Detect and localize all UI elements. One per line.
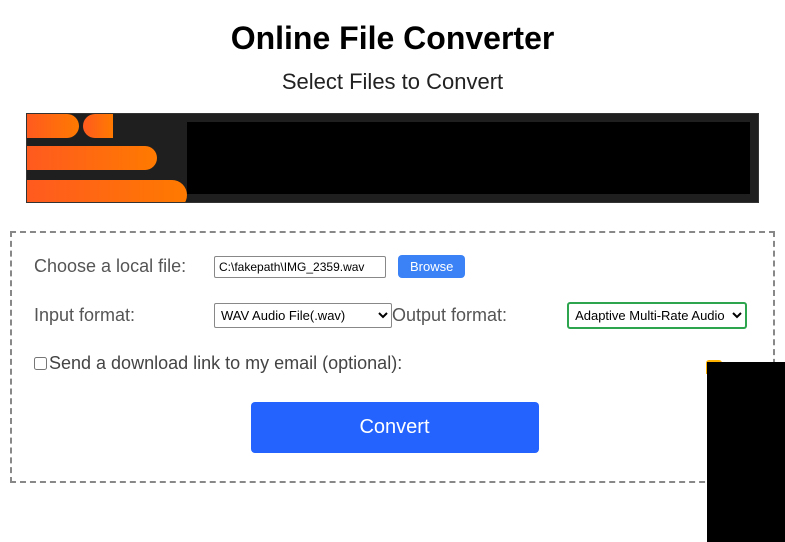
format-row: Input format: WAV Audio File(.wav) Outpu… <box>34 302 755 329</box>
output-format-label: Output format: <box>392 305 507 326</box>
browse-button[interactable]: Browse <box>398 255 465 278</box>
input-format-label: Input format: <box>34 305 214 326</box>
overlay-panel <box>707 362 785 542</box>
file-path-input[interactable] <box>214 256 386 278</box>
email-row: Send a download link to my email (option… <box>34 353 755 374</box>
input-format-select[interactable]: WAV Audio File(.wav) <box>214 303 392 328</box>
output-format-select[interactable]: Adaptive Multi-Rate Audio File(.amr) <box>567 302 747 329</box>
convert-button[interactable]: Convert <box>251 402 539 453</box>
email-label: Send a download link to my email (option… <box>49 353 402 374</box>
page-subtitle: Select Files to Convert <box>0 69 785 95</box>
email-checkbox[interactable] <box>34 357 47 370</box>
page-title: Online File Converter <box>0 20 785 57</box>
ad-banner <box>26 113 759 203</box>
banner-inner <box>187 122 750 194</box>
choose-file-row: Choose a local file: Browse <box>34 255 755 278</box>
convert-form-panel: Choose a local file: Browse Input format… <box>10 231 775 483</box>
banner-decoration <box>27 114 177 202</box>
choose-file-label: Choose a local file: <box>34 256 214 277</box>
convert-row: Convert <box>34 402 755 453</box>
